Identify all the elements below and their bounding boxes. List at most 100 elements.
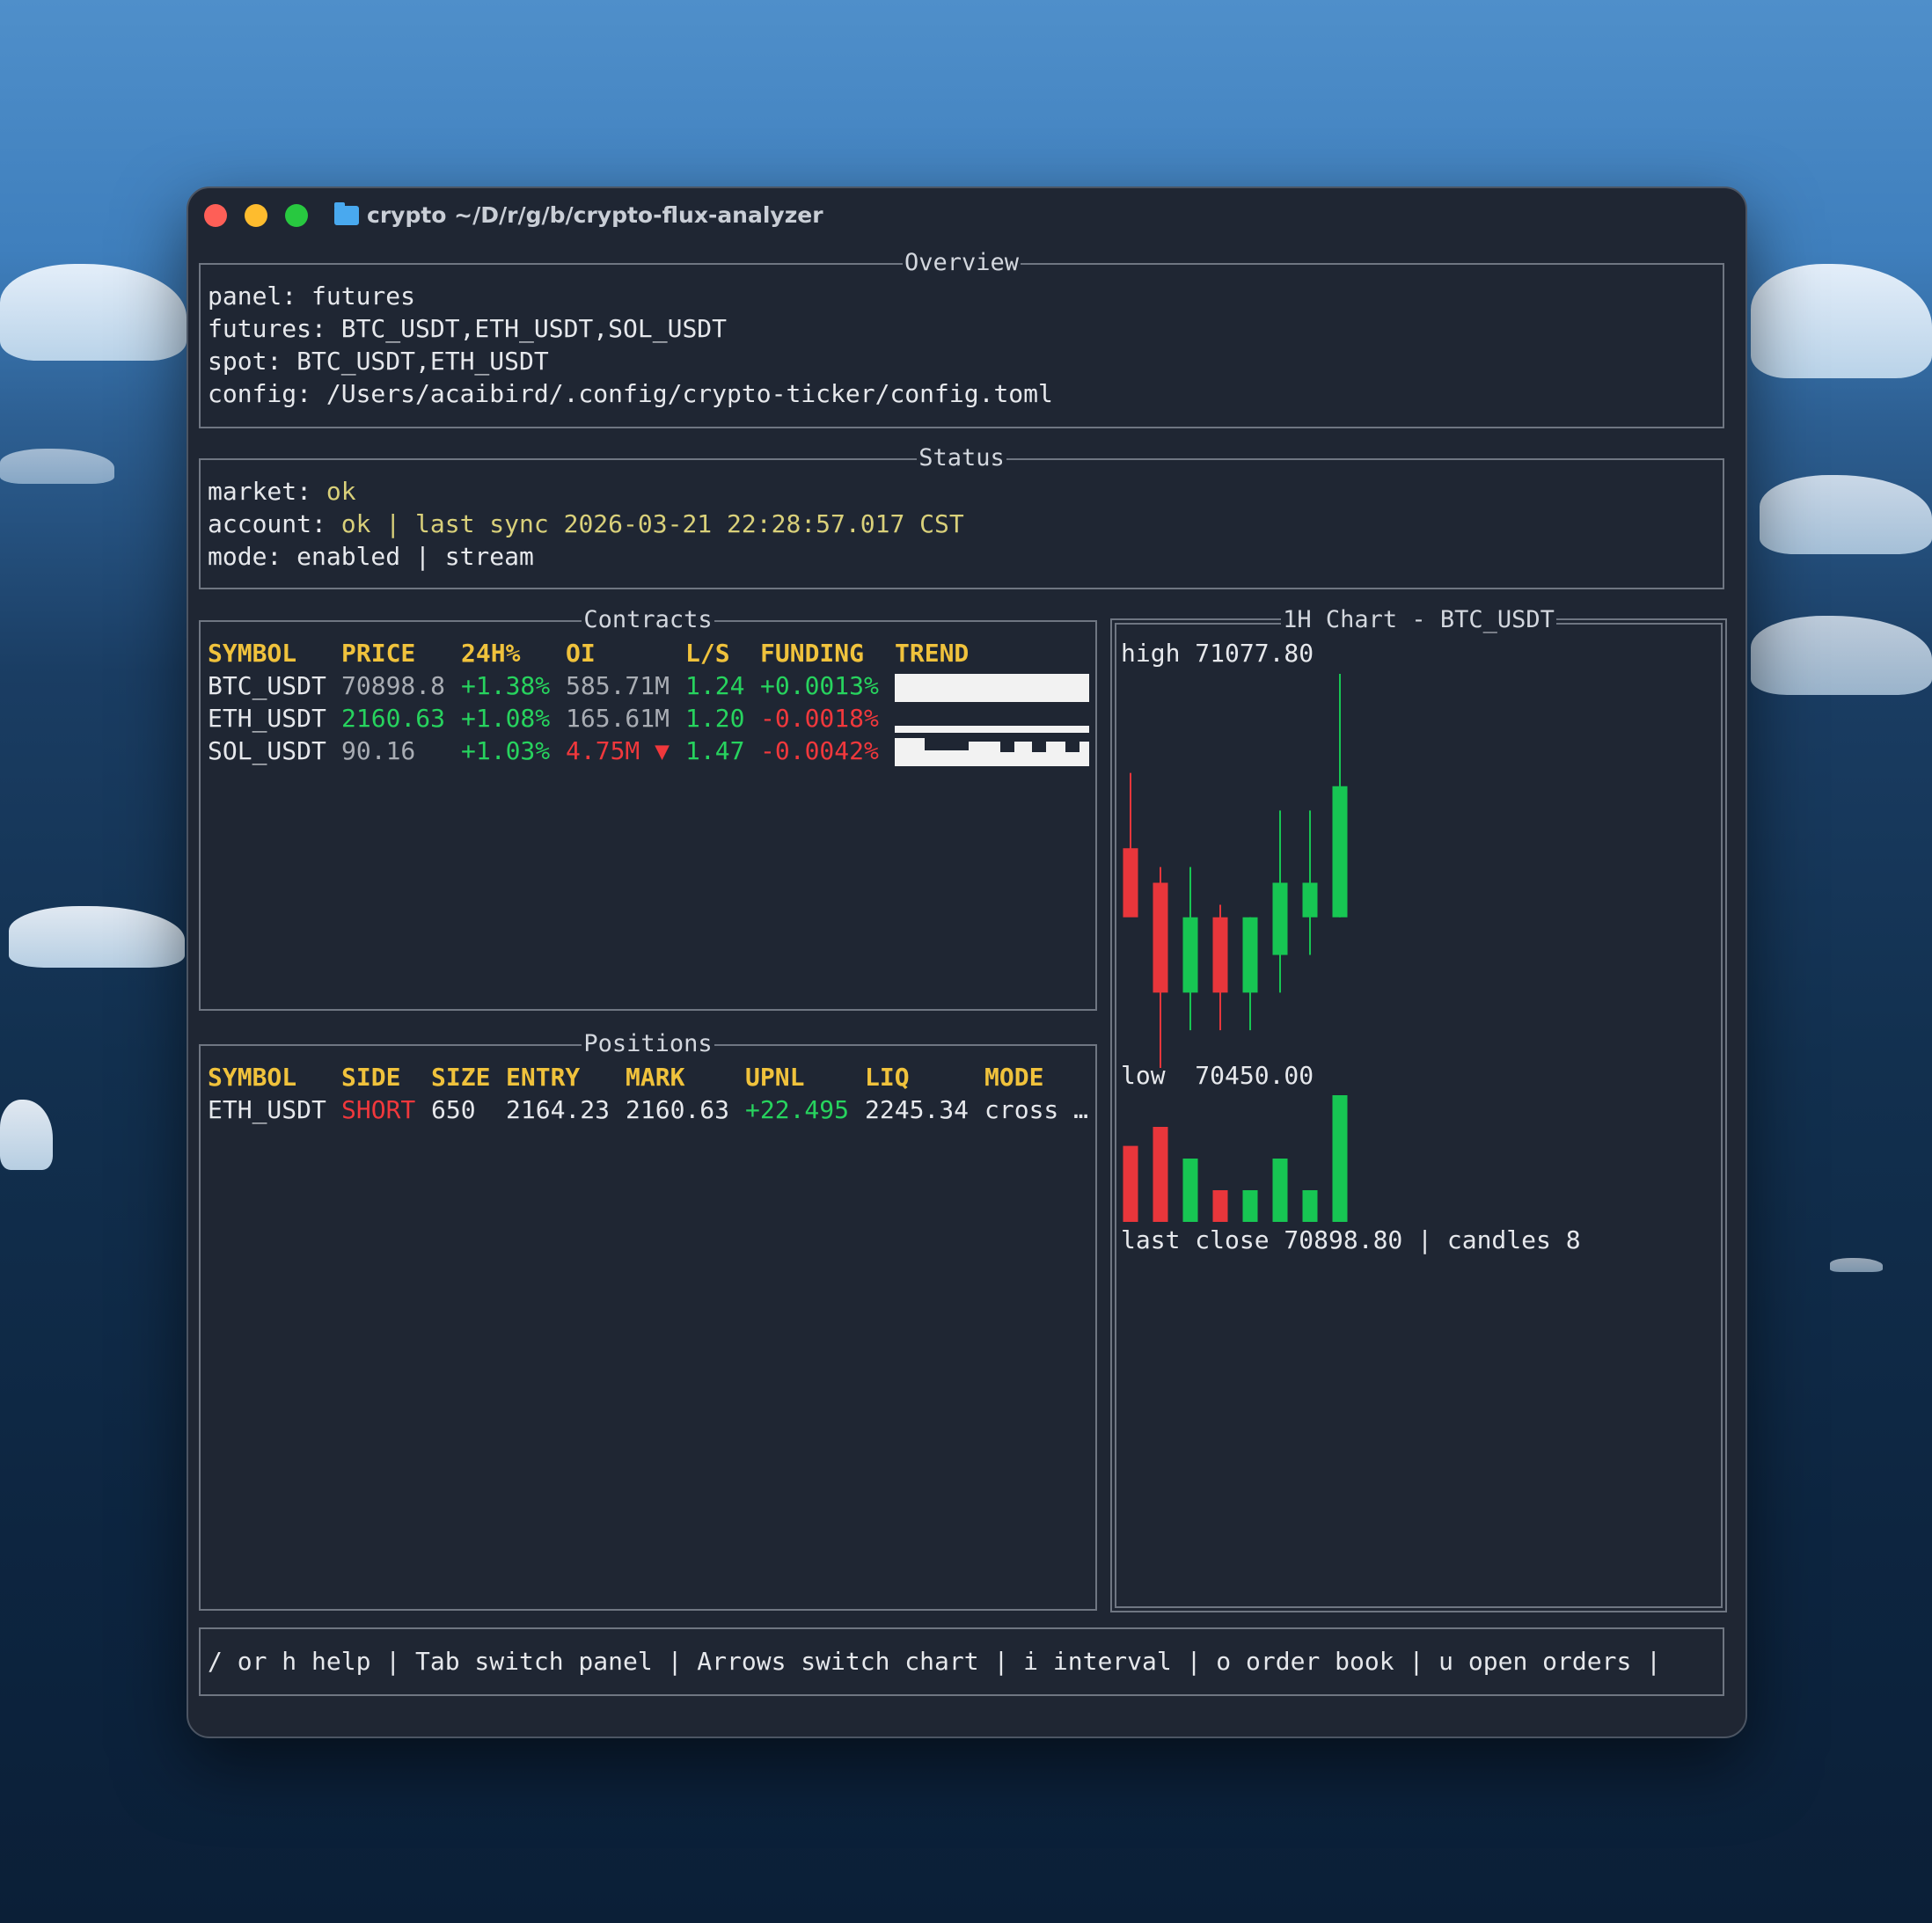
table-cell-entry: 2164.23 <box>506 1095 611 1124</box>
overview-futures-line: futures: BTC_USDT,ETH_USDT,SOL_USDT <box>208 314 728 343</box>
candle-body <box>1242 917 1258 993</box>
candle-body <box>1182 917 1198 993</box>
table-cell-oi: 585.71M <box>566 671 670 700</box>
iceberg-right-4 <box>1830 1258 1883 1272</box>
table-cell-size: 650 <box>431 1095 476 1124</box>
candle-body <box>1332 786 1348 918</box>
help-bar-text: / or h help | Tab switch panel | Arrows … <box>208 1647 1662 1676</box>
trend-sparkline-btc <box>895 674 1089 702</box>
volume-bar <box>1302 1190 1318 1222</box>
iceberg-left-3 <box>9 906 185 968</box>
candle-body <box>1123 848 1138 918</box>
volume-bar <box>1332 1095 1348 1222</box>
zoom-button[interactable] <box>285 204 308 227</box>
positions-header-mode: MODE <box>984 1063 1044 1092</box>
overview-config-line: config: /Users/acaibird/.config/crypto-t… <box>208 379 1053 408</box>
table-cell-liq: 2245.34 <box>865 1095 970 1124</box>
folder-icon <box>334 202 359 225</box>
chart-high-label: high 71077.80 <box>1121 639 1314 668</box>
overview-spot-line: spot: BTC_USDT,ETH_USDT <box>208 347 549 376</box>
positions-header-liq: LIQ <box>865 1063 910 1092</box>
iceberg-left-2 <box>0 449 114 484</box>
close-button[interactable] <box>204 204 227 227</box>
overview-panel-line: panel: futures <box>208 282 416 311</box>
overview-title: Overview <box>902 249 1021 276</box>
chart-title: 1H Chart - BTC_USDT <box>1281 606 1556 633</box>
contracts-panel[interactable]: Contracts SYMBOL PRICE 24H% OI L/S FUNDI… <box>199 606 1097 1011</box>
positions-header-mark: MARK <box>626 1063 685 1092</box>
window-title: crypto ~/D/r/g/b/crypto-flux-analyzer <box>367 202 823 228</box>
iceberg-left-1 <box>0 264 187 361</box>
table-cell-oi: 165.61M <box>566 704 670 733</box>
candle-body <box>1272 882 1288 955</box>
table-cell-side: SHORT <box>341 1095 416 1124</box>
volume-bar <box>1242 1190 1258 1222</box>
help-bar: / or h help | Tab switch panel | Arrows … <box>199 1627 1724 1696</box>
table-cell-funding: -0.0042% <box>760 736 879 765</box>
table-cell-symbol[interactable]: SOL_USDT <box>208 735 326 767</box>
positions-header-entry: ENTRY <box>506 1063 581 1092</box>
table-cell-change: +1.38% <box>461 671 551 700</box>
table-cell-ls: 1.47 <box>685 736 745 765</box>
positions-header-symbol: SYMBOL <box>208 1063 297 1092</box>
volume-bar <box>1182 1159 1198 1222</box>
positions-header-side: SIDE <box>341 1063 401 1092</box>
table-cell-ls: 1.20 <box>685 704 745 733</box>
iceberg-right-2 <box>1760 475 1932 554</box>
candle-body <box>1212 917 1228 993</box>
minimize-button[interactable] <box>245 204 267 227</box>
iceberg-right-1 <box>1751 264 1932 378</box>
contracts-header-ls: L/S <box>685 639 730 668</box>
contracts-header-price: PRICE <box>341 639 416 668</box>
volume-bar <box>1123 1145 1138 1222</box>
title-bar[interactable]: crypto ~/D/r/g/b/crypto-flux-analyzer <box>188 188 1745 243</box>
table-cell-mark: 2160.63 <box>626 1095 730 1124</box>
contracts-header-funding: FUNDING <box>760 639 865 668</box>
chart-footer-label: last close 70898.80 | candles 8 <box>1121 1225 1581 1254</box>
table-cell-change: +1.08% <box>461 704 551 733</box>
volume-bar <box>1153 1127 1168 1222</box>
status-mode-line: mode: enabled | stream <box>208 542 534 571</box>
table-cell-price: 70898.8 <box>341 671 446 700</box>
overview-panel: Overview panel: futures futures: BTC_USD… <box>199 249 1724 428</box>
status-title: Status <box>917 444 1006 472</box>
volume-chart <box>1123 1095 1348 1222</box>
iceberg-left-4 <box>0 1100 53 1170</box>
contracts-header-trend: TREND <box>895 639 970 668</box>
table-cell-change: +1.03% <box>461 736 551 765</box>
status-account-line: account: ok | last sync 2026-03-21 22:28… <box>208 509 964 538</box>
volume-bar <box>1212 1190 1228 1222</box>
account-status-value: ok | last sync 2026-03-21 22:28:57.017 C… <box>340 509 964 538</box>
table-cell-price: 90.16 <box>341 736 416 765</box>
positions-header-upnl: UPNL <box>745 1063 805 1092</box>
table-cell-symbol[interactable]: ETH_USDT <box>208 1093 326 1126</box>
table-cell-ls: 1.24 <box>685 671 745 700</box>
status-panel: Status market: ok account: ok | last syn… <box>199 444 1724 589</box>
contracts-title: Contracts <box>582 606 714 633</box>
positions-panel[interactable]: Positions SYMBOL SIDE SIZE ENTRY MARK UP… <box>199 1030 1097 1611</box>
contracts-header-oi: OI <box>566 639 596 668</box>
table-cell-price: 2160.63 <box>341 704 446 733</box>
table-cell-symbol[interactable]: ETH_USDT <box>208 702 326 735</box>
contracts-header-24h: 24H% <box>461 639 521 668</box>
chart-low-label: low 70450.00 <box>1121 1061 1314 1090</box>
status-market-line: market: ok <box>208 477 356 506</box>
table-cell-funding: +0.0013% <box>760 671 879 700</box>
table-cell-funding: -0.0018% <box>760 704 879 733</box>
iceberg-right-3 <box>1751 616 1932 695</box>
candle-body <box>1153 882 1168 993</box>
positions-title: Positions <box>582 1030 714 1057</box>
trend-sparkline-sol <box>895 726 1089 766</box>
table-cell-mode: cross … <box>984 1095 1089 1124</box>
terminal-window: crypto ~/D/r/g/b/crypto-flux-analyzer Ov… <box>187 186 1747 1738</box>
candlestick-chart <box>1123 674 1348 1068</box>
table-cell-symbol[interactable]: BTC_USDT <box>208 669 326 702</box>
contracts-header-symbol: SYMBOL <box>208 639 297 668</box>
table-cell-upnl: +22.495 <box>745 1095 850 1124</box>
volume-bar <box>1272 1159 1288 1222</box>
table-cell-oi: 4.75M ▼ <box>566 736 670 765</box>
candle-body <box>1302 882 1318 918</box>
positions-header-size: SIZE <box>431 1063 491 1092</box>
market-status-value: ok <box>326 477 356 506</box>
chart-panel[interactable]: 1H Chart - BTC_USDT high 71077.80 low 70… <box>1110 606 1727 1612</box>
